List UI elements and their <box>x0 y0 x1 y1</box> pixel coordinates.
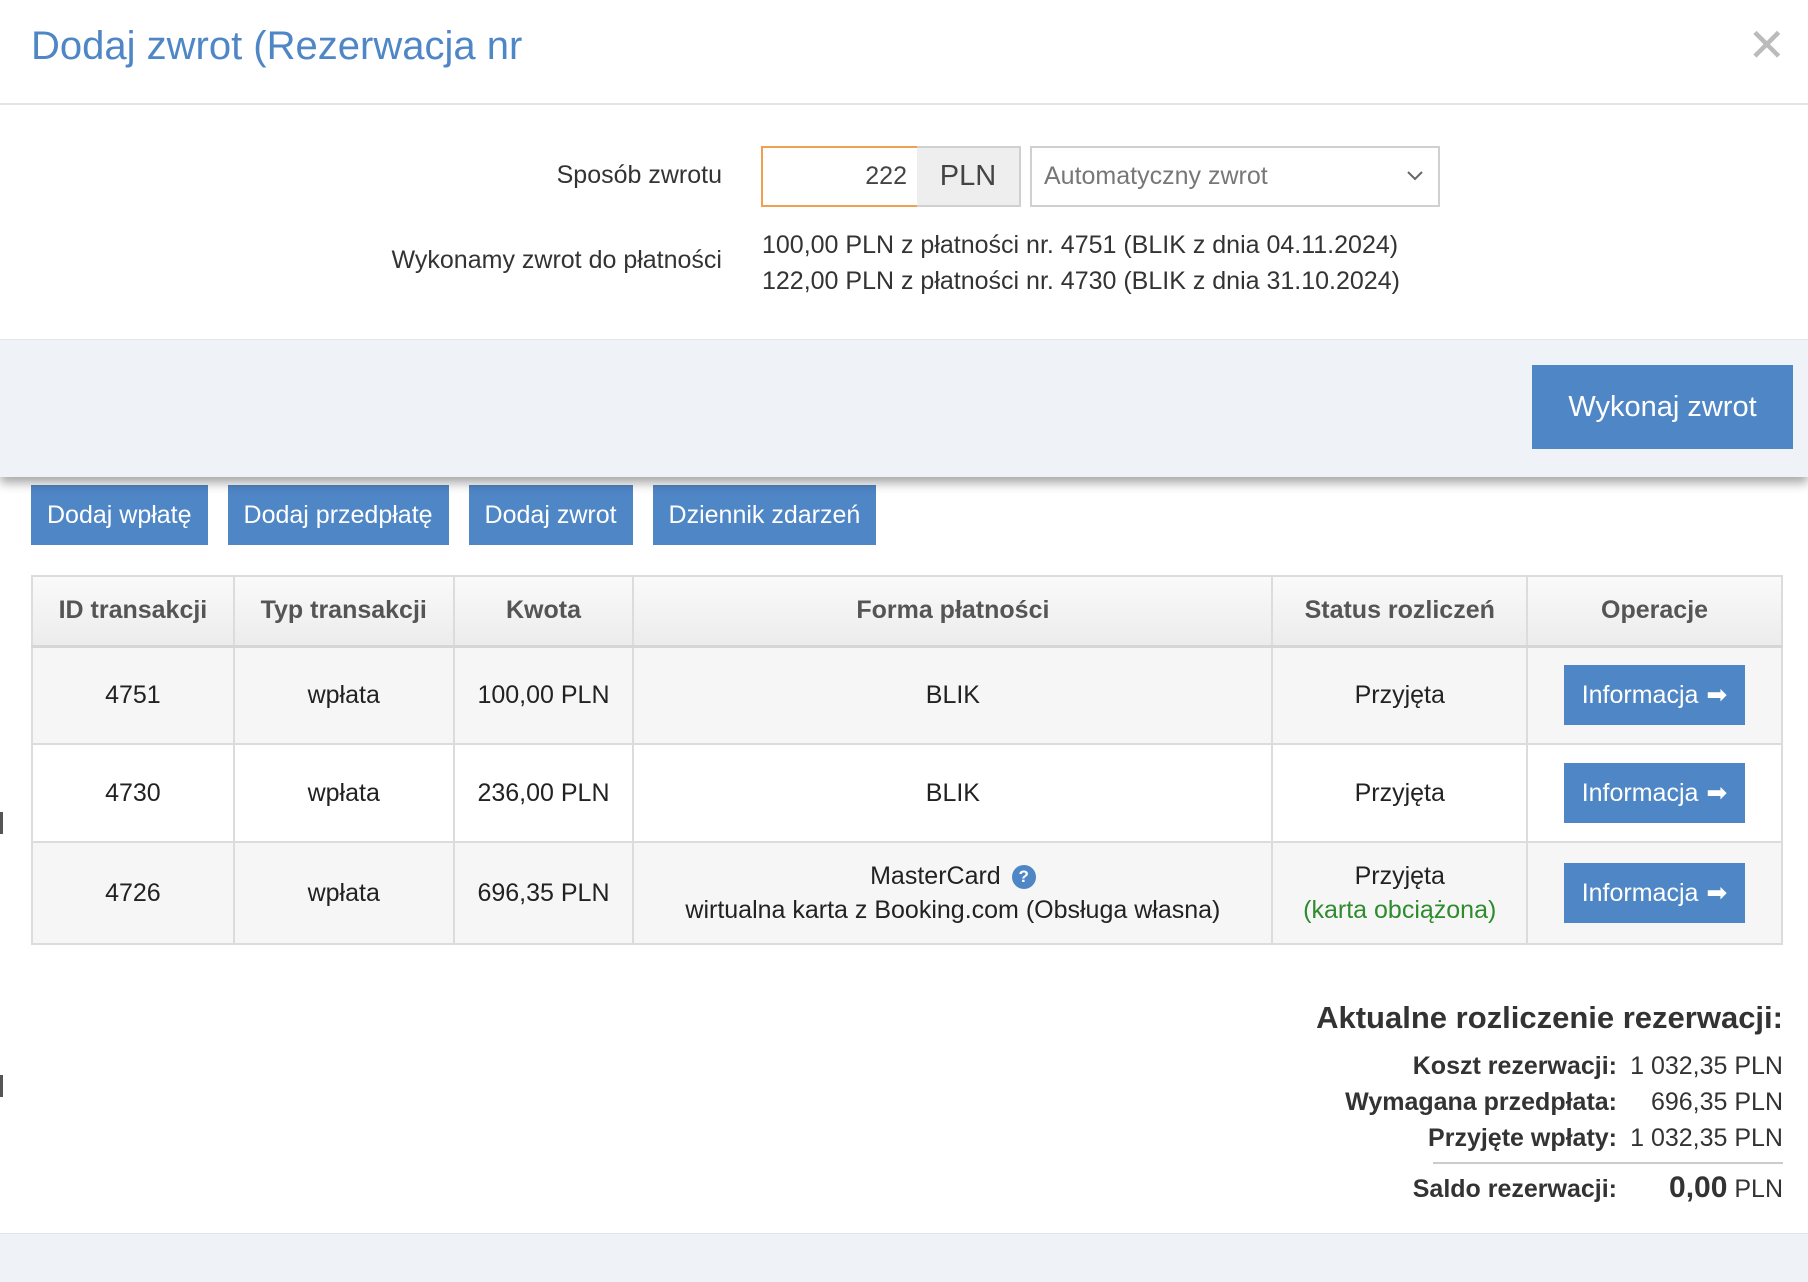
summary-balance-amount: 0,00 <box>1669 1171 1728 1204</box>
add-refund-button[interactable]: Dodaj zwrot <box>468 485 633 545</box>
summary-cost-label: Koszt rezerwacji: <box>1412 1052 1617 1080</box>
cell-operations: Informacja ➡ <box>1526 645 1783 745</box>
close-icon[interactable]: ✕ <box>1747 22 1786 68</box>
column-header-amount: Kwota <box>452 575 635 648</box>
refund-allocation-line: 100,00 PLN z płatności nr. 4751 (BLIK z … <box>762 231 1399 259</box>
chevron-down-icon <box>1406 148 1424 226</box>
cell-amount: 236,00 PLN <box>452 743 635 843</box>
summary-required-prepayment-value: 696,35 PLN <box>1650 1088 1783 1116</box>
cell-id: 4726 <box>31 841 235 945</box>
refund-method-label: Sposób zwrotu <box>556 161 722 189</box>
summary-title: Aktualne rozliczenie rezerwacji: <box>1316 1000 1783 1035</box>
status-text: Przyjęta <box>1354 862 1445 890</box>
summary-row-received: Przyjęte wpłaty: 1 032,35 PLN <box>1263 1120 1783 1156</box>
reservation-summary: Aktualne rozliczenie rezerwacji: Koszt r… <box>1263 1000 1783 1206</box>
summary-row-cost: Koszt rezerwacji: 1 032,35 PLN <box>1263 1048 1783 1084</box>
summary-row-balance: Saldo rezerwacji: 0,00 PLN <box>1263 1170 1783 1206</box>
summary-received-value: 1 032,35 PLN <box>1630 1124 1783 1152</box>
summary-balance-value: 0,00 PLN <box>1617 1170 1783 1207</box>
page-footer <box>0 1233 1808 1282</box>
help-icon[interactable]: ? <box>1011 865 1036 889</box>
information-button-label: Informacja <box>1581 680 1699 709</box>
table-row: 4751 wpłata 100,00 PLN BLIK Przyjęta Inf… <box>31 645 1783 745</box>
summary-required-prepayment-label: Wymagana przedpłata: <box>1345 1088 1617 1116</box>
edge-marker <box>0 1075 3 1097</box>
column-header-operations: Operacje <box>1526 575 1783 648</box>
modal-footer: Wykonaj zwrot <box>0 339 1808 477</box>
summary-row-required-prepayment: Wymagana przedpłata: 696,35 PLN <box>1263 1084 1783 1120</box>
cell-status: Przyjęta <box>1271 645 1529 745</box>
payment-method-name: MasterCard <box>870 862 1001 890</box>
cell-type: wpłata <box>232 841 455 945</box>
summary-balance-currency: PLN <box>1734 1175 1783 1203</box>
refund-allocation-line: 122,00 PLN z płatności nr. 4730 (BLIK z … <box>762 267 1400 295</box>
column-header-id: ID transakcji <box>31 575 235 648</box>
information-button-label: Informacja <box>1581 878 1699 907</box>
information-button[interactable]: Informacja ➡ <box>1563 763 1746 823</box>
information-button[interactable]: Informacja ➡ <box>1563 665 1746 726</box>
arrow-right-icon: ➡ <box>1706 779 1728 807</box>
summary-divider <box>1433 1162 1783 1164</box>
column-header-type: Typ transakcji <box>232 575 455 648</box>
cell-payment-method: BLIK <box>632 743 1274 843</box>
cell-operations: Informacja ➡ <box>1526 743 1783 843</box>
modal-header: Dodaj zwrot (Rezerwacja nr ✕ <box>0 0 1808 105</box>
refund-allocation-list: 100,00 PLN z płatności nr. 4751 (BLIK z … <box>762 227 1400 299</box>
table-header-row: ID transakcji Typ transakcji Kwota Forma… <box>31 575 1783 648</box>
table-row: 4730 wpłata 236,00 PLN BLIK Przyjęta Inf… <box>31 743 1783 843</box>
cell-type: wpłata <box>232 743 455 843</box>
payment-actions-toolbar: Dodaj wpłatę Dodaj przedpłatę Dodaj zwro… <box>31 485 877 545</box>
transactions-table: ID transakcji Typ transakcji Kwota Forma… <box>31 575 1783 945</box>
status-note: (karta obciążona) <box>1303 896 1497 924</box>
information-button-label: Informacja <box>1581 778 1699 807</box>
cell-type: wpłata <box>232 645 455 745</box>
cell-id: 4730 <box>31 743 235 843</box>
arrow-right-icon: ➡ <box>1706 681 1728 710</box>
add-refund-modal: Dodaj zwrot (Rezerwacja nr ✕ Sposób zwro… <box>0 0 1808 477</box>
refund-method-select[interactable]: Automatyczny zwrot <box>1030 146 1440 207</box>
refund-amount-input[interactable] <box>761 146 919 207</box>
cell-id: 4751 <box>31 645 235 745</box>
summary-received-label: Przyjęte wpłaty: <box>1428 1124 1617 1152</box>
arrow-right-icon: ➡ <box>1706 879 1728 907</box>
cell-payment-method: BLIK <box>632 645 1274 745</box>
column-header-status: Status rozliczeń <box>1271 575 1529 648</box>
column-header-payment-method: Forma płatności <box>632 575 1274 648</box>
refund-method-selected: Automatyczny zwrot <box>1044 162 1268 190</box>
cell-amount: 696,35 PLN <box>452 841 635 945</box>
summary-balance-label: Saldo rezerwacji: <box>1412 1175 1617 1203</box>
add-prepayment-button[interactable]: Dodaj przedpłatę <box>227 485 449 545</box>
execute-refund-button[interactable]: Wykonaj zwrot <box>1532 365 1793 449</box>
cell-status: Przyjęta (karta obciążona) <box>1271 841 1529 945</box>
modal-body: Sposób zwrotu PLN Automatyczny zwrot Wyk… <box>0 105 1808 339</box>
summary-cost-value: 1 032,35 PLN <box>1630 1052 1783 1080</box>
payment-method-note: wirtualna karta z Booking.com (Obsługa w… <box>685 896 1221 924</box>
cell-operations: Informacja ➡ <box>1526 841 1783 945</box>
refund-target-label: Wykonamy zwrot do płatności <box>391 246 722 274</box>
cell-amount: 100,00 PLN <box>452 645 635 745</box>
edge-marker <box>0 812 3 834</box>
modal-title: Dodaj zwrot (Rezerwacja nr <box>31 24 523 68</box>
add-payment-button[interactable]: Dodaj wpłatę <box>31 485 208 545</box>
cell-status: Przyjęta <box>1271 743 1529 843</box>
table-row: 4726 wpłata 696,35 PLN MasterCard ? wirt… <box>31 841 1783 945</box>
currency-addon: PLN <box>917 146 1021 207</box>
information-button[interactable]: Informacja ➡ <box>1563 863 1746 923</box>
event-log-button[interactable]: Dziennik zdarzeń <box>652 485 877 545</box>
cell-payment-method: MasterCard ? wirtualna karta z Booking.c… <box>632 841 1274 945</box>
